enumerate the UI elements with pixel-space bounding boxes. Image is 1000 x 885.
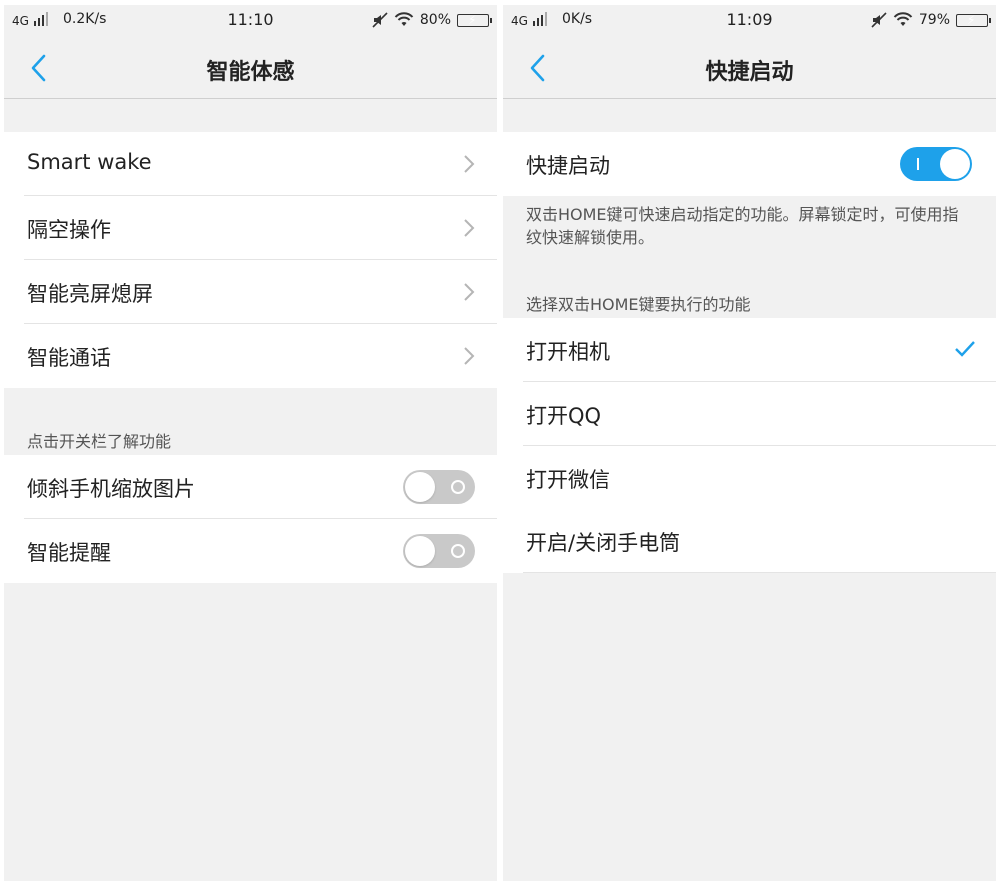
tilt-zoom-toggle[interactable] bbox=[403, 470, 475, 504]
battery-percent: 79% bbox=[918, 12, 950, 28]
mute-icon bbox=[871, 12, 887, 28]
toggle-row-smart-reminder[interactable]: 智能提醒 bbox=[4, 519, 497, 583]
battery-percent: 80% bbox=[419, 12, 451, 28]
chevron-right-icon bbox=[464, 283, 475, 301]
wifi-icon bbox=[394, 12, 414, 26]
option-label: 打开QQ bbox=[526, 404, 602, 428]
section-caption: 点击开关栏了解功能 bbox=[27, 432, 172, 451]
checkmark-icon bbox=[955, 341, 975, 357]
quick-launch-toggle[interactable] bbox=[900, 147, 972, 181]
page-title: 智能体感 bbox=[206, 60, 295, 85]
menu-item-air-gesture[interactable]: 隔空操作 bbox=[4, 196, 497, 260]
battery-icon: ⚡ bbox=[457, 13, 492, 27]
page-title: 快捷启动 bbox=[705, 60, 794, 85]
toggle-row-tilt-zoom[interactable]: 倾斜手机缩放图片 bbox=[4, 455, 497, 519]
option-flashlight[interactable]: 开启/关闭手电筒 bbox=[503, 509, 996, 573]
menu-item-label: 智能通话 bbox=[27, 346, 111, 370]
toggle-label: 智能提醒 bbox=[27, 541, 111, 565]
mute-icon bbox=[372, 12, 388, 28]
left-screen: 4G 0.2K/s 11:10 80% ⚡ 智能体感 Smart wake 隔空… bbox=[4, 5, 497, 881]
option-label: 打开相机 bbox=[526, 340, 610, 364]
toggle-label: 倾斜手机缩放图片 bbox=[27, 477, 195, 501]
menu-item-smart-wake[interactable]: Smart wake bbox=[4, 132, 497, 196]
nav-bar: 快捷启动 bbox=[503, 37, 996, 99]
menu-item-smart-screen[interactable]: 智能亮屏熄屏 bbox=[4, 260, 497, 324]
chevron-right-icon bbox=[464, 347, 475, 365]
option-open-wechat[interactable]: 打开微信 bbox=[503, 446, 996, 510]
nav-bar: 智能体感 bbox=[4, 37, 497, 99]
wifi-icon bbox=[893, 12, 913, 26]
quick-launch-row[interactable]: 快捷启动 bbox=[503, 132, 996, 196]
smart-reminder-toggle[interactable] bbox=[403, 534, 475, 568]
status-bar: 4G 0.2K/s 11:10 80% ⚡ bbox=[4, 5, 497, 37]
option-open-qq[interactable]: 打开QQ bbox=[503, 382, 996, 446]
section-caption: 选择双击HOME键要执行的功能 bbox=[526, 295, 751, 314]
option-label: 打开微信 bbox=[526, 468, 610, 492]
menu-item-label: 隔空操作 bbox=[27, 218, 111, 242]
divider bbox=[523, 572, 996, 573]
right-screen: 4G 0K/s 11:09 79% ⚡ 快捷启动 快捷启动 双击HOME键可快速… bbox=[503, 5, 996, 881]
toggle-label: 快捷启动 bbox=[526, 154, 610, 178]
menu-item-label: Smart wake bbox=[27, 150, 152, 174]
menu-item-smart-call[interactable]: 智能通话 bbox=[4, 324, 497, 388]
status-bar: 4G 0K/s 11:09 79% ⚡ bbox=[503, 5, 996, 37]
battery-icon: ⚡ bbox=[956, 13, 991, 27]
option-label: 开启/关闭手电筒 bbox=[526, 531, 681, 555]
chevron-right-icon bbox=[464, 219, 475, 237]
feature-description: 双击HOME键可快速启动指定的功能。屏幕锁定时，可使用指纹快速解锁使用。 bbox=[526, 205, 959, 247]
option-open-camera[interactable]: 打开相机 bbox=[503, 318, 996, 382]
chevron-right-icon bbox=[464, 155, 475, 173]
menu-item-label: 智能亮屏熄屏 bbox=[27, 282, 153, 306]
